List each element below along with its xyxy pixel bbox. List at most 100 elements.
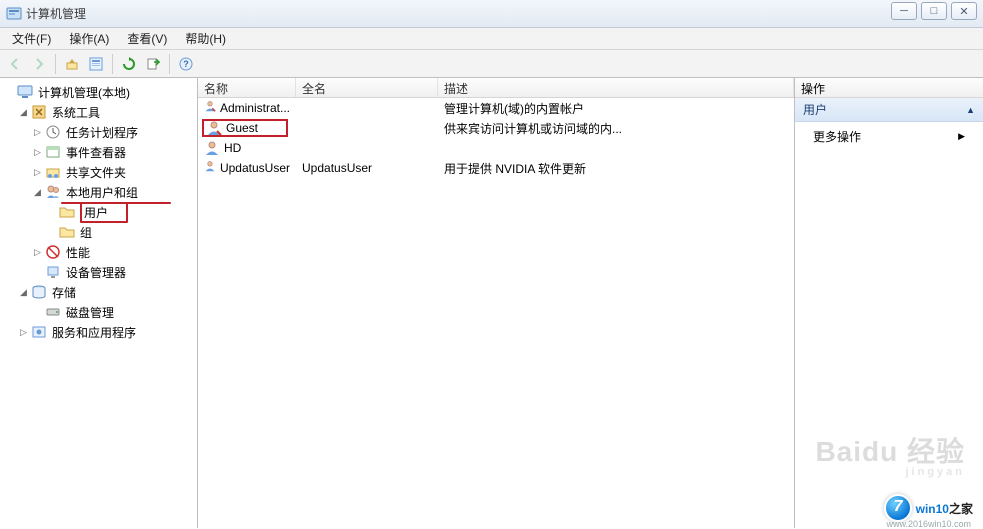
list-row[interactable]: UpdatusUser UpdatusUser 用于提供 NVIDIA 软件更新: [198, 158, 794, 178]
toolbar-separator: [55, 54, 56, 74]
list-row[interactable]: HD: [198, 138, 794, 158]
forward-button[interactable]: [28, 53, 50, 75]
main-area: ▸ 计算机管理(本地) ◢ 系统工具 ▷: [0, 78, 983, 528]
user-icon: [206, 120, 222, 136]
up-button[interactable]: [61, 53, 83, 75]
collapse-icon: ▲: [966, 105, 975, 115]
menu-action[interactable]: 操作(A): [61, 28, 117, 49]
tree-shared-folders-label: 共享文件夹: [63, 163, 129, 182]
list-row[interactable]: Administrat... 管理计算机(域)的内置帐户: [198, 98, 794, 118]
user-name: Administrat...: [220, 101, 290, 115]
tree-services-apps-label: 服务和应用程序: [49, 323, 139, 342]
tree-services-apps[interactable]: ▷ 服务和应用程序: [18, 322, 195, 342]
logo-orb-icon: [884, 494, 912, 522]
tree-event-viewer[interactable]: ▷ 事件查看器: [32, 142, 195, 162]
tree-disk-management-label: 磁盘管理: [63, 303, 117, 322]
tree-device-manager-label: 设备管理器: [63, 263, 129, 282]
refresh-button[interactable]: [118, 53, 140, 75]
menu-view[interactable]: 查看(V): [119, 28, 175, 49]
tree-groups[interactable]: ▸ 组: [46, 222, 195, 242]
toolbar-separator: [112, 54, 113, 74]
user-icon: [204, 160, 216, 176]
tree-disk-management[interactable]: ▸ 磁盘管理: [32, 302, 195, 322]
corner-logo: win10之家: [884, 494, 973, 522]
list-pane: 名称 全名 描述 Administrat... 管理计算机(域)的内置帐户 Gu…: [198, 78, 795, 528]
tree-local-users-label: 本地用户和组: [63, 183, 141, 202]
actions-category-label: 用户: [803, 101, 827, 118]
menu-file[interactable]: 文件(F): [4, 28, 59, 49]
toolbar: ?: [0, 50, 983, 78]
menu-help[interactable]: 帮助(H): [177, 28, 234, 49]
disk-icon: [45, 304, 61, 320]
folder-icon: [59, 204, 75, 220]
collapse-icon[interactable]: ◢: [32, 187, 43, 198]
event-icon: [45, 144, 61, 160]
title-bar: 计算机管理 ─ □ ✕: [0, 0, 983, 28]
close-button[interactable]: ✕: [951, 2, 977, 20]
app-icon: [6, 6, 22, 22]
svg-text:?: ?: [183, 59, 189, 69]
minimize-button[interactable]: ─: [891, 2, 917, 20]
computer-icon: [17, 84, 33, 100]
tree-root-label: 计算机管理(本地): [35, 83, 133, 102]
tree-storage[interactable]: ◢ 存储: [18, 282, 195, 302]
actions-pane: 操作 用户 ▲ 更多操作 ▶: [795, 78, 983, 528]
collapse-icon[interactable]: ◢: [18, 107, 29, 118]
list-body[interactable]: Administrat... 管理计算机(域)的内置帐户 Guest 供来宾访问…: [198, 98, 794, 528]
column-description[interactable]: 描述: [438, 78, 794, 97]
expand-icon[interactable]: ▷: [32, 147, 43, 158]
action-more-label: 更多操作: [813, 128, 861, 145]
tree-performance-label: 性能: [63, 243, 93, 262]
user-name: HD: [224, 141, 241, 155]
collapse-icon[interactable]: ◢: [18, 287, 29, 298]
tree-users-label: 用户: [77, 201, 131, 224]
tree-users[interactable]: ▸ 用户: [46, 202, 195, 222]
actions-category[interactable]: 用户 ▲: [795, 98, 983, 122]
list-row-guest[interactable]: Guest 供来宾访问计算机或访问域的内...: [198, 118, 794, 138]
window-controls: ─ □ ✕: [891, 2, 977, 20]
tree-task-scheduler[interactable]: ▷ 任务计划程序: [32, 122, 195, 142]
tree-performance[interactable]: ▷ 性能: [32, 242, 195, 262]
tree-system-tools[interactable]: ◢ 系统工具: [18, 102, 195, 122]
list-header: 名称 全名 描述: [198, 78, 794, 98]
folder-icon: [59, 224, 75, 240]
back-button[interactable]: [4, 53, 26, 75]
menu-bar: 文件(F) 操作(A) 查看(V) 帮助(H): [0, 28, 983, 50]
user-icon: [204, 140, 220, 156]
user-fullname: UpdatusUser: [296, 161, 438, 175]
action-more[interactable]: 更多操作 ▶: [795, 122, 983, 151]
expand-icon[interactable]: ▷: [32, 167, 43, 178]
actions-header: 操作: [795, 78, 983, 98]
tree-pane[interactable]: ▸ 计算机管理(本地) ◢ 系统工具 ▷: [0, 78, 198, 528]
column-name[interactable]: 名称: [198, 78, 296, 97]
expand-icon[interactable]: ▷: [32, 247, 43, 258]
maximize-button[interactable]: □: [921, 2, 947, 20]
expand-icon[interactable]: ▷: [18, 327, 29, 338]
export-button[interactable]: [142, 53, 164, 75]
storage-icon: [31, 284, 47, 300]
performance-icon: [45, 244, 61, 260]
tools-icon: [31, 104, 47, 120]
user-name: UpdatusUser: [220, 161, 290, 175]
tree-local-users[interactable]: ◢ 本地用户和组: [32, 182, 195, 202]
window-title: 计算机管理: [26, 5, 86, 22]
tree-groups-label: 组: [77, 223, 95, 242]
logo-text: win10之家: [916, 500, 973, 517]
device-icon: [45, 264, 61, 280]
tree-event-viewer-label: 事件查看器: [63, 143, 129, 162]
tree-storage-label: 存储: [49, 283, 79, 302]
tree-device-manager[interactable]: ▸ 设备管理器: [32, 262, 195, 282]
user-description: 供来宾访问计算机或访问域的内...: [438, 120, 794, 137]
user-description: 管理计算机(域)的内置帐户: [438, 100, 794, 117]
tree-system-tools-label: 系统工具: [49, 103, 103, 122]
tree-shared-folders[interactable]: ▷ 共享文件夹: [32, 162, 195, 182]
tree-root[interactable]: ▸ 计算机管理(本地): [4, 82, 195, 102]
toolbar-separator: [169, 54, 170, 74]
user-name: Guest: [226, 121, 258, 135]
users-icon: [45, 184, 61, 200]
properties-button[interactable]: [85, 53, 107, 75]
help-button[interactable]: ?: [175, 53, 197, 75]
column-fullname[interactable]: 全名: [296, 78, 438, 97]
expand-icon[interactable]: ▷: [32, 127, 43, 138]
user-icon: [204, 100, 216, 116]
